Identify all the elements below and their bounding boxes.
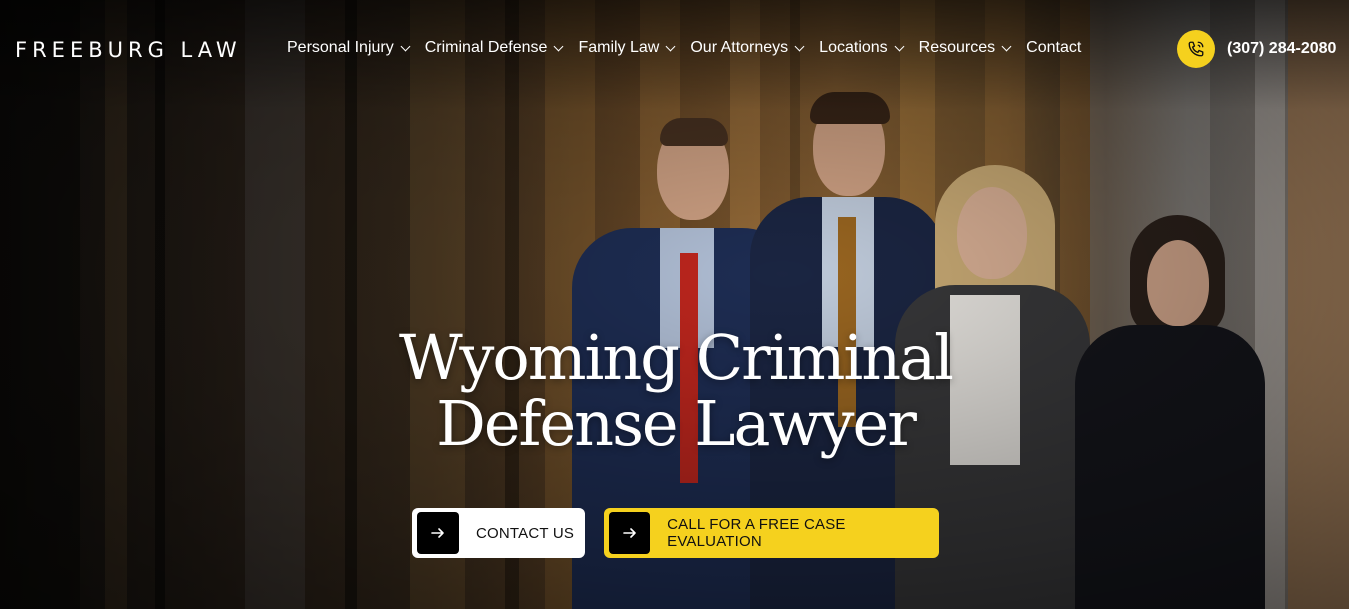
nav-item-our-attorneys[interactable]: Our Attorneys: [690, 39, 805, 57]
contact-us-label: CONTACT US: [476, 524, 575, 542]
chevron-down-icon: [794, 41, 805, 51]
nav-item-criminal-defense[interactable]: Criminal Defense: [425, 39, 564, 57]
chevron-down-icon: [553, 41, 564, 51]
page-title-line-1: Wyoming Criminal: [399, 321, 954, 394]
contact-us-button[interactable]: CONTACT US: [412, 508, 585, 558]
phone-number[interactable]: (307) 284-2080: [1227, 40, 1336, 58]
arrow-right-icon: [417, 512, 459, 554]
phone-icon[interactable]: [1177, 30, 1215, 68]
arrow-right-icon: [609, 512, 651, 554]
nav-item-contact[interactable]: Contact: [1026, 39, 1081, 57]
nav-item-family-law[interactable]: Family Law: [578, 39, 676, 57]
main-nav: Personal Injury Criminal Defense Family …: [287, 39, 1097, 57]
chevron-down-icon: [1001, 41, 1012, 51]
site-logo[interactable]: FREEBURG LAW: [15, 38, 242, 62]
chevron-down-icon: [665, 41, 676, 51]
nav-item-personal-injury[interactable]: Personal Injury: [287, 39, 411, 57]
header-phone-link[interactable]: (307) 284-2080: [1177, 30, 1336, 68]
page-title-line-2: Defense Lawyer: [436, 387, 917, 460]
chevron-down-icon: [400, 41, 411, 51]
free-case-evaluation-label: CALL FOR A FREE CASE EVALUATION: [667, 516, 846, 550]
page-title: Wyoming Criminal Defense Lawyer: [2, 325, 1349, 457]
nav-item-locations[interactable]: Locations: [819, 39, 905, 57]
chevron-down-icon: [894, 41, 905, 51]
free-case-evaluation-button[interactable]: CALL FOR A FREE CASE EVALUATION: [604, 508, 939, 558]
nav-item-resources[interactable]: Resources: [919, 39, 1012, 57]
hero-headline: Wyoming Criminal Defense Lawyer: [0, 325, 1349, 457]
